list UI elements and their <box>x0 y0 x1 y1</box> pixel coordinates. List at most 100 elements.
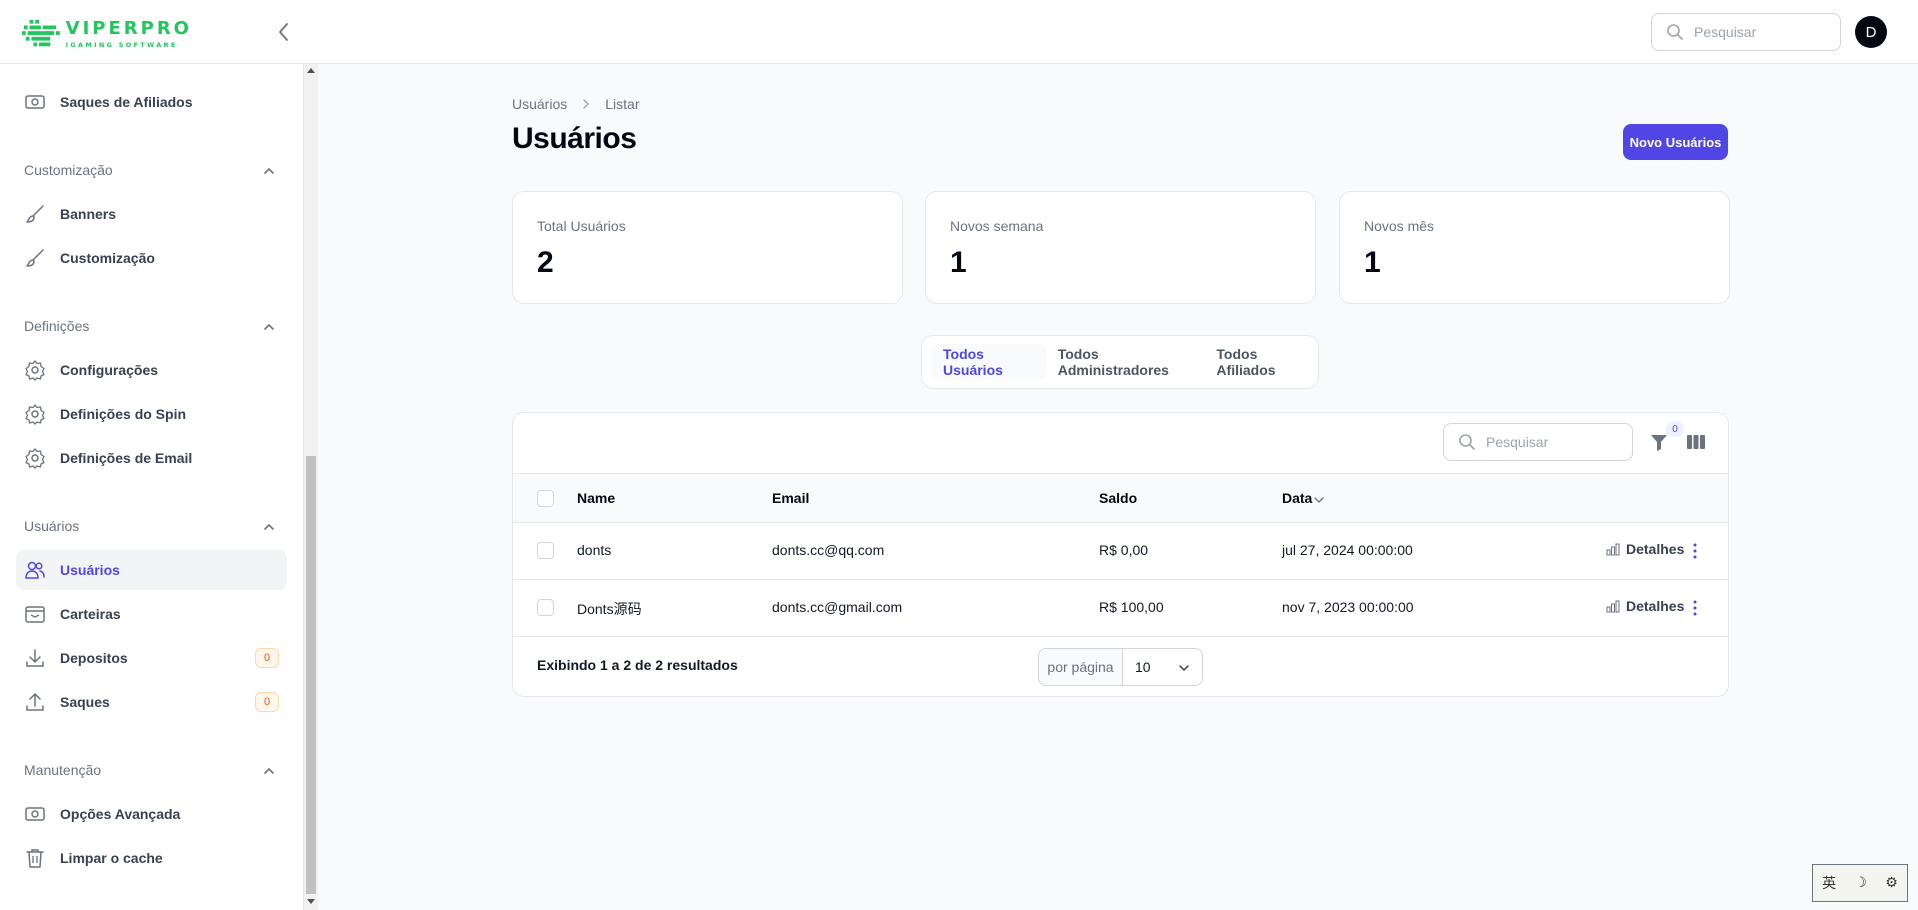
column-header-data[interactable]: Data <box>1282 490 1312 506</box>
breadcrumb-item-usuarios[interactable]: Usuários <box>512 96 567 112</box>
select-all-checkbox[interactable] <box>537 490 554 507</box>
inbox-icon <box>24 603 46 625</box>
sort-chevron-down-icon[interactable] <box>1313 494 1325 506</box>
sidebar-group-definicoes: Definições <box>24 318 90 334</box>
cell-name: Donts源码 <box>577 601 642 617</box>
scroll-up-arrow-icon[interactable] <box>307 68 315 73</box>
details-label: Detalhes <box>1626 598 1685 614</box>
sidebar-group-manutencao: Manutenção <box>24 762 102 778</box>
per-page-select[interactable]: por página 10 <box>1038 648 1203 686</box>
stat-label: Total Usuários <box>537 218 626 234</box>
top-bar: VIPERPRO IGAMING SOFTWARE D <box>0 0 1918 64</box>
sidebar-item-label: Configurações <box>60 362 159 378</box>
per-page-value: 10 <box>1135 659 1151 675</box>
brand-logo[interactable]: VIPERPRO IGAMING SOFTWARE <box>22 17 192 51</box>
sidebar-scrollbar[interactable] <box>304 64 318 910</box>
sidebar-item-limpar-cache[interactable]: Limpar o cache <box>16 838 287 878</box>
filter-icon[interactable] <box>1648 431 1670 453</box>
details-label: Detalhes <box>1626 541 1685 557</box>
tab-todos-usuarios[interactable]: Todos Usuários <box>931 344 1046 380</box>
settings-icon[interactable]: ⚙ <box>1885 875 1898 891</box>
collapse-sidebar-icon[interactable] <box>274 20 294 44</box>
users-icon <box>24 559 46 581</box>
sidebar-item-label: Saques de Afiliados <box>60 94 193 110</box>
count-badge: 0 <box>255 648 279 668</box>
gear-icon <box>24 403 46 425</box>
stat-card-month: Novos mês 1 <box>1339 191 1730 304</box>
chevron-up-icon[interactable] <box>262 520 276 534</box>
trash-icon <box>24 847 46 869</box>
sidebar-item-label: Banners <box>60 206 117 222</box>
per-page-label: por página <box>1039 649 1123 685</box>
breadcrumb-item-listar: Listar <box>605 96 640 112</box>
search-icon <box>1459 434 1475 450</box>
sidebar-item-label: Carteiras <box>60 606 121 622</box>
ime-language-toggle[interactable]: 英 <box>1822 873 1836 893</box>
global-search[interactable] <box>1651 13 1841 51</box>
sidebar-item-depositos[interactable]: Depositos 0 <box>16 638 287 678</box>
moon-icon[interactable]: ☽ <box>1854 875 1867 891</box>
global-search-input[interactable] <box>1694 24 1824 40</box>
banknote-icon <box>24 91 46 113</box>
pagination-summary: Exibindo 1 a 2 de 2 resultados <box>537 657 738 673</box>
sidebar-item-label: Saques <box>60 694 110 710</box>
brand-tagline: IGAMING SOFTWARE <box>65 40 178 49</box>
column-header-saldo[interactable]: Saldo <box>1099 490 1137 506</box>
stat-card-week: Novos semana 1 <box>925 191 1316 304</box>
stat-value: 2 <box>537 246 554 279</box>
avatar[interactable]: D <box>1855 16 1887 48</box>
brush-icon <box>24 247 46 269</box>
ime-toolbar[interactable]: 英 ☽ ⚙ <box>1812 864 1908 902</box>
stat-label: Novos mês <box>1364 218 1435 234</box>
tab-todos-administradores[interactable]: Todos Administradores <box>1046 344 1205 380</box>
cell-data: jul 27, 2024 00:00:00 <box>1282 542 1413 558</box>
sidebar-item-saques[interactable]: Saques 0 <box>16 682 287 722</box>
table-row[interactable]: Donts源码 donts.cc@gmail.com R$ 100,00 nov… <box>513 580 1728 637</box>
count-badge: 0 <box>255 692 279 712</box>
sidebar-item-label: Limpar o cache <box>60 850 163 866</box>
cell-name: donts <box>577 542 612 558</box>
sidebar-item-customizacao[interactable]: Customização <box>16 238 287 278</box>
sidebar-item-carteiras[interactable]: Carteiras <box>16 594 287 634</box>
details-button[interactable]: Detalhes <box>1606 598 1684 614</box>
cell-saldo: R$ 0,00 <box>1099 542 1149 558</box>
sidebar-item-definicoes-email[interactable]: Definições de Email <box>16 438 287 478</box>
row-checkbox[interactable] <box>537 599 554 616</box>
sidebar-item-usuarios[interactable]: Usuários <box>16 550 287 590</box>
sidebar-item-banners[interactable]: Banners <box>16 194 287 234</box>
chevron-up-icon[interactable] <box>262 320 276 334</box>
sidebar-item-label: Definições do Spin <box>60 406 187 422</box>
more-options-icon[interactable] <box>1686 598 1704 618</box>
columns-icon[interactable] <box>1685 431 1707 453</box>
sidebar-item-label: Customização <box>60 250 155 266</box>
column-header-name[interactable]: Name <box>577 490 615 506</box>
row-checkbox[interactable] <box>537 542 554 559</box>
sidebar-item-label: Opções Avançada <box>60 806 181 822</box>
scrollbar-thumb[interactable] <box>306 456 316 894</box>
brand-name: VIPERPRO <box>65 17 192 39</box>
sidebar-item-configuracoes[interactable]: Configurações <box>16 350 287 390</box>
per-page-dropdown[interactable]: 10 <box>1123 649 1202 685</box>
sidebar-item-label: Definições de Email <box>60 450 193 466</box>
sidebar-item-label: Depositos <box>60 650 128 666</box>
tab-todos-afiliados[interactable]: Todos Afiliados <box>1204 344 1318 380</box>
breadcrumb: Usuários Listar <box>512 96 639 112</box>
cell-email: donts.cc@qq.com <box>772 542 885 558</box>
banknote-icon <box>24 803 46 825</box>
table-search[interactable] <box>1443 423 1633 461</box>
table-search-input[interactable] <box>1486 434 1616 450</box>
chevron-up-icon[interactable] <box>262 764 276 778</box>
column-header-email[interactable]: Email <box>772 490 809 506</box>
sidebar-item-definicoes-spin[interactable]: Definições do Spin <box>16 394 287 434</box>
sidebar-item-opcoes-avancada[interactable]: Opções Avançada <box>16 794 287 834</box>
scroll-down-arrow-icon[interactable] <box>307 899 315 904</box>
logo-icon <box>22 19 60 47</box>
more-options-icon[interactable] <box>1686 541 1704 561</box>
details-button[interactable]: Detalhes <box>1606 541 1684 557</box>
chevron-down-icon <box>1179 665 1189 672</box>
chevron-up-icon[interactable] <box>262 164 276 178</box>
new-user-button[interactable]: Novo Usuários <box>1623 124 1728 160</box>
sidebar-item-saques-afiliados[interactable]: Saques de Afiliados <box>16 82 287 122</box>
table-row[interactable]: donts donts.cc@qq.com R$ 0,00 jul 27, 20… <box>513 523 1728 580</box>
upload-icon <box>24 691 46 713</box>
